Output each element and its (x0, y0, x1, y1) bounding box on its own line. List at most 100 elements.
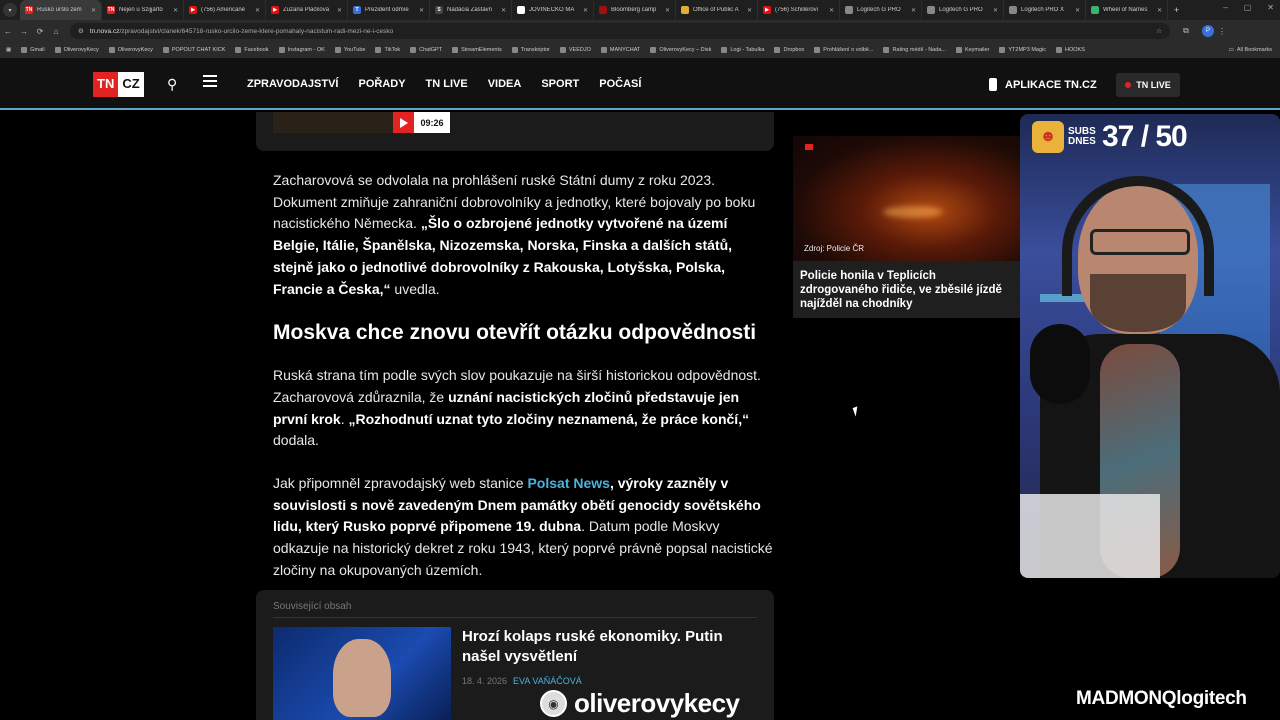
tab-close-icon[interactable]: ✕ (337, 7, 342, 14)
polsat-news-link[interactable]: Polsat News (527, 475, 609, 491)
bookmark-item[interactable]: POPOUT CHAT KICK (162, 47, 225, 53)
reload-icon[interactable]: ⟳ (32, 27, 48, 36)
play-icon[interactable] (393, 112, 414, 133)
tab-favicon-icon: TN (107, 6, 115, 14)
back-icon[interactable]: ← (0, 27, 16, 36)
bookmark-favicon-icon (375, 47, 382, 53)
sidebar-article-card[interactable]: Zdroj: Policie ČR Policie honila v Tepli… (793, 136, 1020, 318)
browser-tab[interactable]: Wheel of Names ✕ (1086, 0, 1168, 20)
bookmark-item[interactable]: Keymailer (955, 47, 989, 53)
sidebar-article-title[interactable]: Policie honila v Teplicích zdrogovaného … (800, 269, 1012, 311)
bookmark-item[interactable]: Gmail (21, 47, 45, 53)
bookmark-item[interactable]: YT2MP3 Magic (999, 47, 1046, 53)
related-author[interactable]: EVA VAŇÁČOVÁ (513, 676, 582, 686)
tab-title: (756) Americané (201, 7, 246, 13)
bookmark-favicon-icon (108, 47, 115, 53)
tab-close-icon[interactable]: ✕ (501, 7, 506, 14)
related-meta: 18. 4. 2026 EVA VAŇÁČOVÁ (462, 676, 582, 686)
nav-pocasi[interactable]: POČASÍ (599, 78, 641, 90)
home-icon[interactable]: ⌂ (48, 27, 64, 36)
search-icon[interactable]: ⚲ (167, 76, 177, 93)
bookmark-item[interactable]: Instagram - OK (278, 47, 325, 53)
tab-close-icon[interactable]: ✕ (419, 7, 424, 14)
browser-tab[interactable]: JOVINEČKO MA ✕ (512, 0, 594, 20)
tab-close-icon[interactable]: ✕ (1157, 7, 1162, 14)
browser-tab[interactable]: ▶ (756) Americané ✕ (184, 0, 266, 20)
forward-icon[interactable]: → (16, 27, 32, 36)
nav-videa[interactable]: VIDEA (488, 78, 522, 90)
tab-close-icon[interactable]: ✕ (1075, 7, 1080, 14)
bookmark-item[interactable]: HOOKS (1056, 47, 1085, 53)
new-tab-button[interactable]: + (1174, 5, 1179, 15)
bookmark-label: OliverovyKecy (117, 47, 153, 53)
browser-tab[interactable]: S Nadácia Zastavn ✕ (430, 0, 512, 20)
browser-tab[interactable]: Bloomberg camp ✕ (594, 0, 676, 20)
tab-close-icon[interactable]: ✕ (91, 7, 96, 14)
maximize-icon[interactable]: ▢ (1244, 3, 1252, 12)
bookmark-item[interactable]: Facebook (235, 47, 269, 53)
bookmark-item[interactable]: MANYCHAT (600, 47, 640, 53)
bookmark-item[interactable]: TikTok (375, 47, 400, 53)
bookmark-item[interactable]: ChatGPT (410, 47, 442, 53)
video-thumbnail[interactable] (273, 112, 393, 133)
tab-close-icon[interactable]: ✕ (829, 7, 834, 14)
related-thumbnail[interactable] (273, 627, 451, 720)
close-window-icon[interactable]: ✕ (1267, 3, 1274, 12)
bookmark-item[interactable]: YouTube (334, 47, 365, 53)
tab-list-button[interactable]: ▾ (3, 3, 17, 17)
bookmark-item[interactable]: Prohlášení o volbě... (814, 47, 873, 53)
sidebar-article-image[interactable]: Zdroj: Policie ČR (793, 136, 1020, 261)
bookmark-star-icon[interactable]: ☆ (1156, 27, 1162, 35)
tab-close-icon[interactable]: ✕ (911, 7, 916, 14)
tab-favicon-icon (517, 6, 525, 14)
bookmark-item[interactable]: OliverovyKecy (54, 47, 99, 53)
browser-tab[interactable]: TN Nejen u Szijjártó ✕ (102, 0, 184, 20)
browser-tab[interactable]: ▶ Zuzana Plačková ✕ (266, 0, 348, 20)
nav-sport[interactable]: SPORT (541, 78, 579, 90)
tab-close-icon[interactable]: ✕ (665, 7, 670, 14)
tab-close-icon[interactable]: ✕ (747, 7, 752, 14)
nav-tn-live[interactable]: TN LIVE (426, 78, 468, 90)
nav-porady[interactable]: POŘADY (358, 78, 405, 90)
tab-close-icon[interactable]: ✕ (173, 7, 178, 14)
bookmark-item[interactable]: Rating médií - Nada... (883, 47, 946, 53)
menu-dots-icon[interactable]: ⋮ (1214, 27, 1230, 36)
related-title-link[interactable]: Hrozí kolaps ruské ekonomiky. Putin naše… (462, 627, 762, 666)
bookmark-item[interactable]: StreamElements (452, 47, 502, 53)
bookmark-label: TikTok (384, 47, 401, 53)
browser-tab[interactable]: Logitech G PRO ✕ (922, 0, 1004, 20)
browser-tab[interactable]: TN Rusko uršlo zem ✕ (20, 0, 102, 20)
browser-tab[interactable]: ▶ (756) Schillerovi ✕ (758, 0, 840, 20)
browser-tab[interactable]: T Prezident odmíe ✕ (348, 0, 430, 20)
all-bookmarks-link[interactable]: ▭ All Bookmarks (1229, 47, 1280, 53)
tab-title: Prezident odmíe (365, 7, 409, 13)
tab-close-icon[interactable]: ✕ (583, 7, 588, 14)
url-field[interactable]: ⚙ tn.nova.cz /zpravodajstvi/clanek/64571… (70, 23, 1170, 39)
bookmark-item[interactable]: Transkriptor (511, 47, 550, 53)
profile-avatar[interactable]: P (1202, 25, 1214, 37)
browser-tab[interactable]: Office of Public A ✕ (676, 0, 758, 20)
bookmark-item[interactable]: OliverovyKecy – Disk (650, 47, 711, 53)
bookmark-item[interactable]: Dropbox (774, 47, 804, 53)
minimize-icon[interactable]: – (1223, 3, 1227, 12)
channel-logo-icon: ◉ (540, 690, 567, 717)
tab-close-icon[interactable]: ✕ (993, 7, 998, 14)
nav-zpravodajstvi[interactable]: ZPRAVODAJSTVÍ (247, 78, 338, 90)
bookmark-item[interactable]: Logi - Tabulka (721, 47, 764, 53)
tn-logo[interactable]: TN CZ (93, 72, 144, 97)
tab-close-icon[interactable]: ✕ (255, 7, 260, 14)
apps-grid-icon[interactable]: ▦ (6, 47, 11, 53)
site-info-icon[interactable]: ⚙ (78, 27, 84, 35)
video-duration: 09:26 (414, 112, 450, 133)
article-subheading: Moskva chce znovu otevřít otázku odpověd… (273, 321, 757, 345)
app-download-link[interactable]: APLIKACE TN.CZ (989, 78, 1097, 91)
bookmark-item[interactable]: VEEDJO (559, 47, 591, 53)
browser-tab[interactable]: Logitech PRO X ✕ (1004, 0, 1086, 20)
bookmark-item[interactable]: OliverovyKecy (108, 47, 153, 53)
tn-live-button[interactable]: TN LIVE (1116, 73, 1180, 97)
hamburger-menu-icon[interactable] (203, 75, 217, 90)
browser-tab[interactable]: Logitech G PRO ✕ (840, 0, 922, 20)
tab-title: Logitech G PRO (939, 7, 983, 13)
bookmark-favicon-icon (54, 47, 61, 53)
extensions-icon[interactable]: ⧉ (1178, 26, 1194, 36)
